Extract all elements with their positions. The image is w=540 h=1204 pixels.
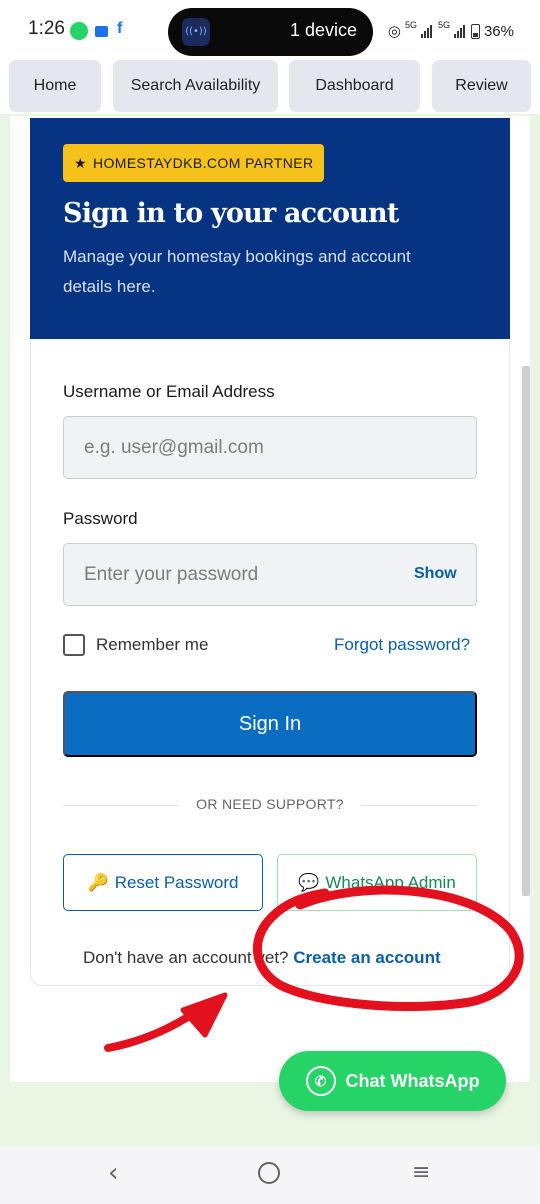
signal-icon <box>420 24 432 38</box>
network-type-2: 5G <box>437 20 450 30</box>
device-pill-label: 1 device <box>289 20 357 40</box>
create-account-link[interactable]: Create an account <box>293 948 440 967</box>
star-icon: ★ <box>74 154 87 171</box>
username-label: Username or Email Address <box>63 382 275 401</box>
recents-icon[interactable]: ≡ <box>412 1160 430 1185</box>
message-notification-icon <box>95 26 108 37</box>
page-title: Sign in to your account <box>63 198 399 229</box>
system-nav-bar: ‹ ≡ <box>0 1146 540 1204</box>
facebook-notification-icon: f <box>117 20 123 37</box>
back-icon[interactable]: ‹ <box>108 1158 118 1188</box>
username-input[interactable] <box>63 416 477 479</box>
whatsapp-admin-label: WhatsApp Admin <box>325 872 456 892</box>
nav-search-availability-button[interactable]: Search Availability <box>113 60 278 112</box>
battery-percent: 36% <box>483 22 514 40</box>
scrollbar[interactable] <box>522 366 530 896</box>
page-subtitle: Manage your homestay bookings and accoun… <box>63 247 411 296</box>
divider-text: OR NEED SUPPORT? <box>196 796 344 812</box>
remember-me-checkbox[interactable] <box>63 634 85 656</box>
remember-me-label[interactable]: Remember me <box>96 635 208 655</box>
status-bar: 1:26 f ((•)) 1 device ◎ 5G 5G 36% <box>0 0 540 62</box>
top-nav: Home Search Availability Dashboard Revie… <box>0 58 540 114</box>
partner-badge-label: HOMESTAYDKB.COM PARTNER <box>92 155 314 171</box>
reset-password-label: Reset Password <box>114 872 239 892</box>
device-pill[interactable]: ((•)) 1 device <box>168 8 373 56</box>
divider-right <box>361 805 477 806</box>
speech-bubble-icon: 💬 <box>298 872 320 892</box>
nav-home-button[interactable]: Home <box>9 60 101 112</box>
login-hero: ★ HOMESTAYDKB.COM PARTNER Sign in to you… <box>30 118 510 339</box>
status-indicators: ◎ 5G 5G 36% <box>387 20 514 40</box>
battery-icon <box>470 23 480 39</box>
reset-password-button[interactable]: 🔑 Reset Password <box>63 854 263 911</box>
key-icon: 🔑 <box>87 872 109 892</box>
whatsapp-notification-icon <box>70 22 88 40</box>
password-label: Password <box>63 509 138 528</box>
chat-whatsapp-button[interactable]: ✆ Chat WhatsApp <box>279 1051 506 1111</box>
network-type-1: 5G <box>404 20 417 30</box>
home-icon[interactable] <box>258 1162 280 1184</box>
partner-badge: ★ HOMESTAYDKB.COM PARTNER <box>63 144 325 182</box>
no-account-text: Don't have an account yet? <box>83 948 289 967</box>
whatsapp-icon: ✆ <box>305 1066 336 1096</box>
nav-dashboard-button[interactable]: Dashboard <box>289 60 420 112</box>
forgot-password-link[interactable]: Forgot password? <box>334 635 470 655</box>
show-password-button[interactable]: Show <box>414 565 457 583</box>
whatsapp-admin-button[interactable]: 💬 WhatsApp Admin <box>277 854 477 911</box>
signup-prompt: Don't have an account yet? Create an acc… <box>83 948 441 968</box>
broadcast-icon: ((•)) <box>182 18 210 46</box>
status-time: 1:26 <box>28 18 65 39</box>
signal-icon <box>453 24 465 38</box>
sign-in-button[interactable]: Sign In <box>63 691 477 757</box>
chat-whatsapp-label: Chat WhatsApp <box>345 1070 480 1091</box>
hotspot-icon: ◎ <box>387 23 401 40</box>
nav-review-button[interactable]: Review <box>432 60 531 112</box>
